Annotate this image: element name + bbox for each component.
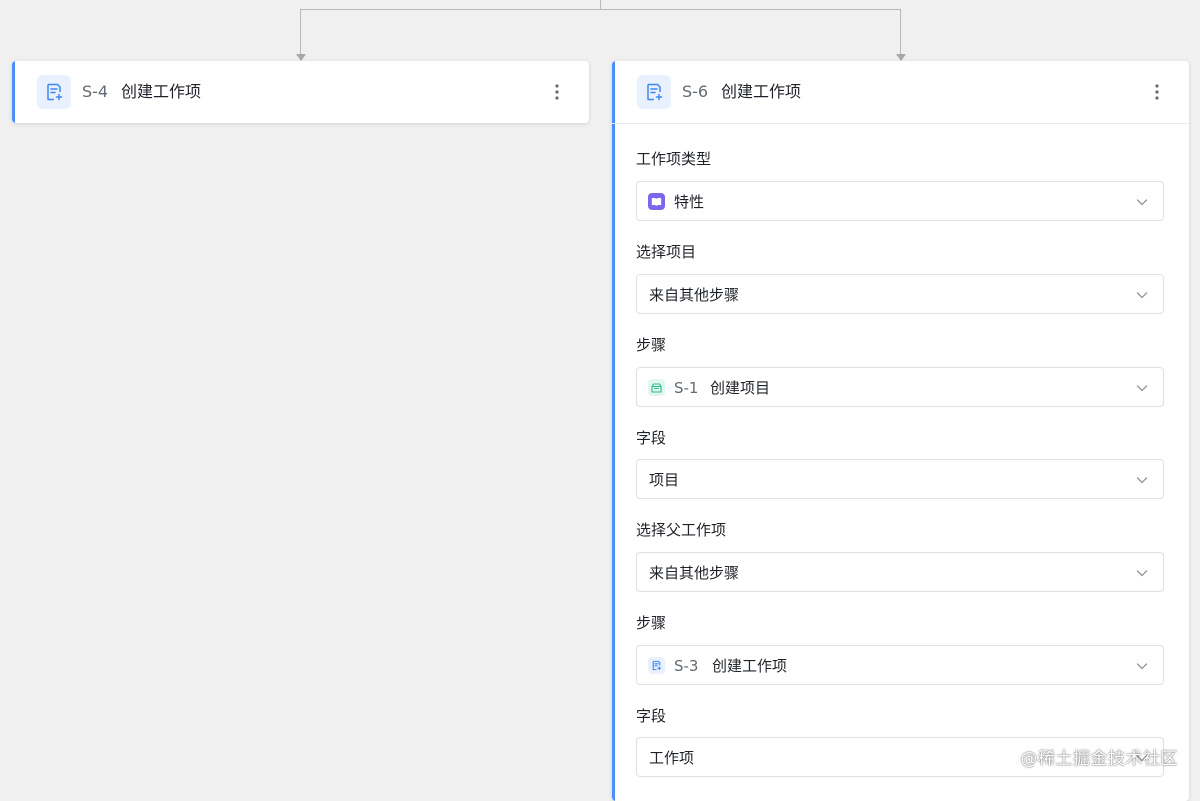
step-code: S-6	[682, 82, 709, 101]
select-project-label: 选择项目	[636, 243, 697, 261]
step-title: 创建工作项	[721, 82, 802, 101]
arrow-down-icon	[896, 54, 906, 61]
step-card-s6[interactable]: S-6 创建工作项 工作项类型 特性 选择项目 来自其他步骤 步骤 S-1 创建…	[612, 61, 1189, 801]
connector-line-horizontal	[300, 9, 901, 10]
parent-field-label: 字段	[636, 707, 667, 725]
select-project-select[interactable]: 来自其他步骤	[636, 274, 1164, 314]
select-step-code: S-1	[674, 379, 699, 397]
more-vertical-icon	[555, 84, 559, 100]
chevron-down-icon	[1136, 292, 1148, 299]
connector-line-left-branch	[300, 9, 301, 55]
step-code: S-4	[82, 82, 109, 101]
select-parent-label: 选择父工作项	[636, 521, 727, 539]
more-options-button[interactable]	[1147, 82, 1167, 102]
select-parent-select[interactable]: 来自其他步骤	[636, 552, 1164, 592]
select-value: 工作项	[649, 749, 695, 767]
work-item-type-label: 工作项类型	[636, 150, 712, 168]
select-value: 创建项目	[710, 379, 771, 397]
select-value: 特性	[674, 193, 705, 211]
parent-step-label: 步骤	[636, 614, 667, 632]
connector-line-right-branch	[900, 9, 901, 55]
parent-step-select[interactable]: S-3 创建工作项	[636, 645, 1164, 685]
project-field-select[interactable]: 项目	[636, 459, 1164, 499]
more-vertical-icon	[1155, 84, 1159, 100]
create-work-item-icon	[37, 75, 71, 109]
chevron-down-icon	[1136, 663, 1148, 670]
select-value: 来自其他步骤	[649, 564, 740, 582]
select-value: 来自其他步骤	[649, 286, 740, 304]
watermark-text: @稀土掘金技术社区	[1020, 749, 1178, 769]
more-options-button[interactable]	[547, 82, 567, 102]
step-card-s4[interactable]: S-4 创建工作项	[12, 61, 589, 123]
project-icon	[648, 379, 665, 396]
select-value: 项目	[649, 471, 680, 489]
project-field-label: 字段	[636, 429, 667, 447]
create-work-item-icon	[637, 75, 671, 109]
feature-book-icon	[648, 193, 665, 210]
step-title: 创建工作项	[121, 82, 202, 101]
chevron-down-icon	[1136, 570, 1148, 577]
select-step-code: S-3	[674, 657, 699, 675]
step-card-header[interactable]: S-4 创建工作项	[12, 61, 589, 123]
create-work-item-icon	[648, 657, 665, 674]
project-step-label: 步骤	[636, 336, 667, 354]
project-step-select[interactable]: S-1 创建项目	[636, 367, 1164, 407]
arrow-down-icon	[296, 54, 306, 61]
chevron-down-icon	[1136, 385, 1148, 392]
connector-line-vertical-top	[600, 0, 601, 9]
chevron-down-icon	[1136, 199, 1148, 206]
select-value: 创建工作项	[712, 657, 788, 675]
work-item-type-select[interactable]: 特性	[636, 181, 1164, 221]
step-card-header[interactable]: S-6 创建工作项	[612, 61, 1189, 124]
chevron-down-icon	[1136, 477, 1148, 484]
